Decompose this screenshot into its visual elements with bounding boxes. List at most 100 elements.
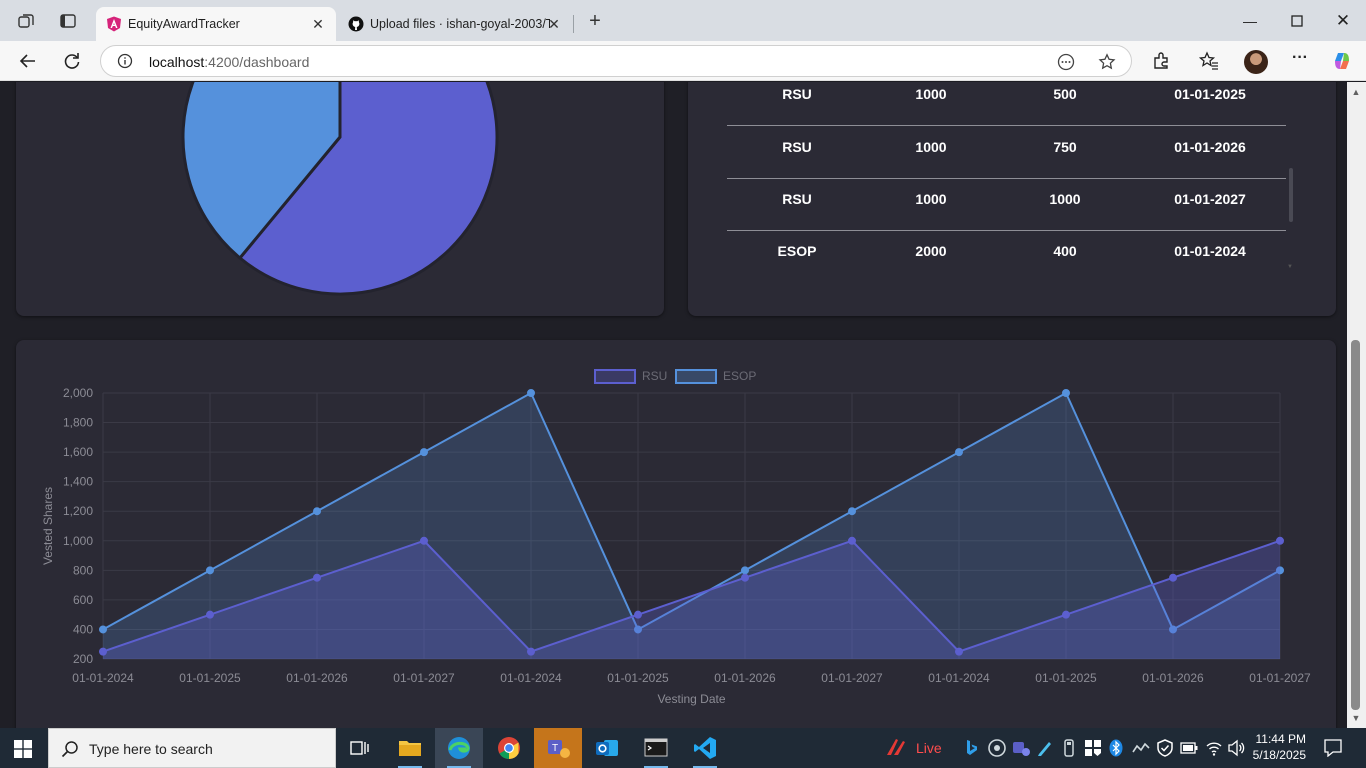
y-tick-label: 1,000 xyxy=(63,534,93,548)
security-tray-icon[interactable] xyxy=(1084,739,1102,757)
back-arrow-icon[interactable] xyxy=(18,51,38,71)
profile-avatar[interactable] xyxy=(1244,50,1268,74)
terminal-button[interactable] xyxy=(632,728,680,768)
refresh-icon[interactable] xyxy=(62,51,82,71)
url-text[interactable]: localhost:4200/dashboard xyxy=(149,54,309,70)
usb-drive-icon[interactable] xyxy=(1060,739,1078,757)
tab-title: EquityAwardTracker xyxy=(128,17,240,31)
x-tick-label: 01-01-2026 xyxy=(286,671,348,685)
favorite-star-icon[interactable] xyxy=(1098,53,1116,71)
point-esop xyxy=(206,566,214,575)
taskbar-search-box[interactable]: Type here to search xyxy=(48,728,336,768)
legend-swatch-esop xyxy=(675,369,717,384)
point-rsu xyxy=(420,536,428,545)
site-info-icon[interactable] xyxy=(117,53,133,69)
y-tick-label: 600 xyxy=(73,593,93,607)
scroll-down-arrow[interactable]: ▼ xyxy=(1350,713,1362,723)
search-icon xyxy=(61,741,78,758)
point-rsu xyxy=(634,610,642,619)
legend-swatch-rsu xyxy=(594,369,636,384)
copilot-icon[interactable] xyxy=(1332,51,1352,71)
favorites-icon[interactable] xyxy=(1199,51,1219,71)
clock-date: 5/18/2025 xyxy=(1252,748,1306,762)
more-tools-icon[interactable] xyxy=(1057,53,1075,71)
settings-more-icon[interactable]: ··· xyxy=(1292,49,1312,69)
wifi-icon[interactable] xyxy=(1205,739,1223,757)
y-tick-label: 800 xyxy=(73,563,93,577)
clock-time: 11:44 PM xyxy=(1255,732,1306,746)
address-bar[interactable]: localhost:4200/dashboard xyxy=(100,45,1132,77)
x-tick-label: 01-01-2026 xyxy=(1142,671,1204,685)
point-rsu xyxy=(99,647,107,656)
outlook-icon xyxy=(596,740,618,756)
x-tick-label: 01-01-2026 xyxy=(714,671,776,685)
battery-icon[interactable] xyxy=(1180,741,1198,755)
url-host: localhost xyxy=(149,54,205,70)
extensions-icon[interactable] xyxy=(1151,51,1171,71)
y-tick-label: 200 xyxy=(73,652,93,666)
teams-tray-icon[interactable] xyxy=(1012,739,1030,757)
maximize-icon[interactable] xyxy=(1288,12,1306,30)
angular-icon xyxy=(107,16,121,32)
x-tick-label: 01-01-2025 xyxy=(607,671,669,685)
live-app-icon[interactable] xyxy=(884,737,908,759)
x-tick-label: 01-01-2025 xyxy=(1035,671,1097,685)
url-path: :4200/dashboard xyxy=(204,54,310,70)
point-esop xyxy=(1062,389,1070,397)
taskbar-clock[interactable]: 11:44 PM 5/18/2025 xyxy=(1248,731,1306,763)
github-icon xyxy=(348,16,364,32)
chrome-icon xyxy=(498,737,520,759)
point-rsu xyxy=(1062,610,1070,619)
point-rsu xyxy=(1169,573,1177,582)
page-scrollbar-thumb[interactable] xyxy=(1351,340,1360,710)
workspaces-icon[interactable] xyxy=(17,12,35,30)
new-tab-icon[interactable]: + xyxy=(585,11,605,32)
x-tick-label: 01-01-2027 xyxy=(393,671,455,685)
y-tick-label: 1,400 xyxy=(63,475,93,489)
close-tab-icon[interactable]: ✕ xyxy=(546,16,562,32)
vscode-button[interactable] xyxy=(681,728,729,768)
point-esop xyxy=(848,507,856,516)
x-tick-label: 01-01-2027 xyxy=(821,671,883,685)
vscode-icon xyxy=(694,737,716,759)
vested-shares-line-chart: 2,000 1,800 1,600 1,400 1,200 1,000 800 600 400 2… xyxy=(41,369,1311,706)
windows-start-icon[interactable] xyxy=(14,740,32,758)
y-axis-title: Vested Shares xyxy=(41,487,55,565)
outlook-button[interactable] xyxy=(583,728,631,768)
live-label[interactable]: Live xyxy=(916,740,942,758)
notifications-icon[interactable] xyxy=(1324,739,1342,757)
legend-label-rsu: RSU xyxy=(642,369,667,383)
pen-tray-icon[interactable] xyxy=(1036,739,1054,757)
bluetooth-icon[interactable] xyxy=(1109,739,1123,757)
point-esop xyxy=(527,389,535,397)
point-rsu xyxy=(1276,536,1284,545)
file-explorer-button[interactable] xyxy=(386,728,434,768)
scroll-up-arrow[interactable]: ▲ xyxy=(1350,87,1362,97)
point-esop xyxy=(420,448,428,457)
browser-tray-icon[interactable] xyxy=(988,739,1006,757)
tab-separator xyxy=(573,15,574,33)
teams-button[interactable]: T xyxy=(534,728,582,768)
sync-icon[interactable] xyxy=(1132,739,1150,757)
point-rsu xyxy=(527,647,535,656)
close-tab-icon[interactable]: ✕ xyxy=(310,16,326,32)
bing-icon[interactable] xyxy=(966,740,978,756)
tab-actions-icon[interactable] xyxy=(59,12,77,30)
point-esop xyxy=(99,625,107,634)
edge-button[interactable] xyxy=(435,728,483,768)
minimize-icon[interactable]: — xyxy=(1241,12,1259,30)
tab-upload-files[interactable]: Upload files · ishan-goyal-2003/Te ✕ xyxy=(338,7,572,41)
tab-title: Upload files · ishan-goyal-2003/Te xyxy=(370,17,550,31)
chrome-button[interactable] xyxy=(485,728,533,768)
defender-shield-icon[interactable] xyxy=(1156,739,1174,757)
browser-toolbar: localhost:4200/dashboard ··· xyxy=(0,41,1366,81)
volume-icon[interactable] xyxy=(1227,739,1245,757)
point-rsu xyxy=(955,647,963,656)
tab-equity-award-tracker[interactable]: EquityAwardTracker ✕ xyxy=(96,7,336,41)
task-view-icon xyxy=(350,741,369,755)
close-window-icon[interactable]: ✕ xyxy=(1334,12,1352,30)
task-view-button[interactable] xyxy=(336,728,384,768)
point-rsu xyxy=(848,536,856,545)
x-tick-label: 01-01-2025 xyxy=(179,671,241,685)
x-axis-title: Vesting Date xyxy=(657,692,725,706)
